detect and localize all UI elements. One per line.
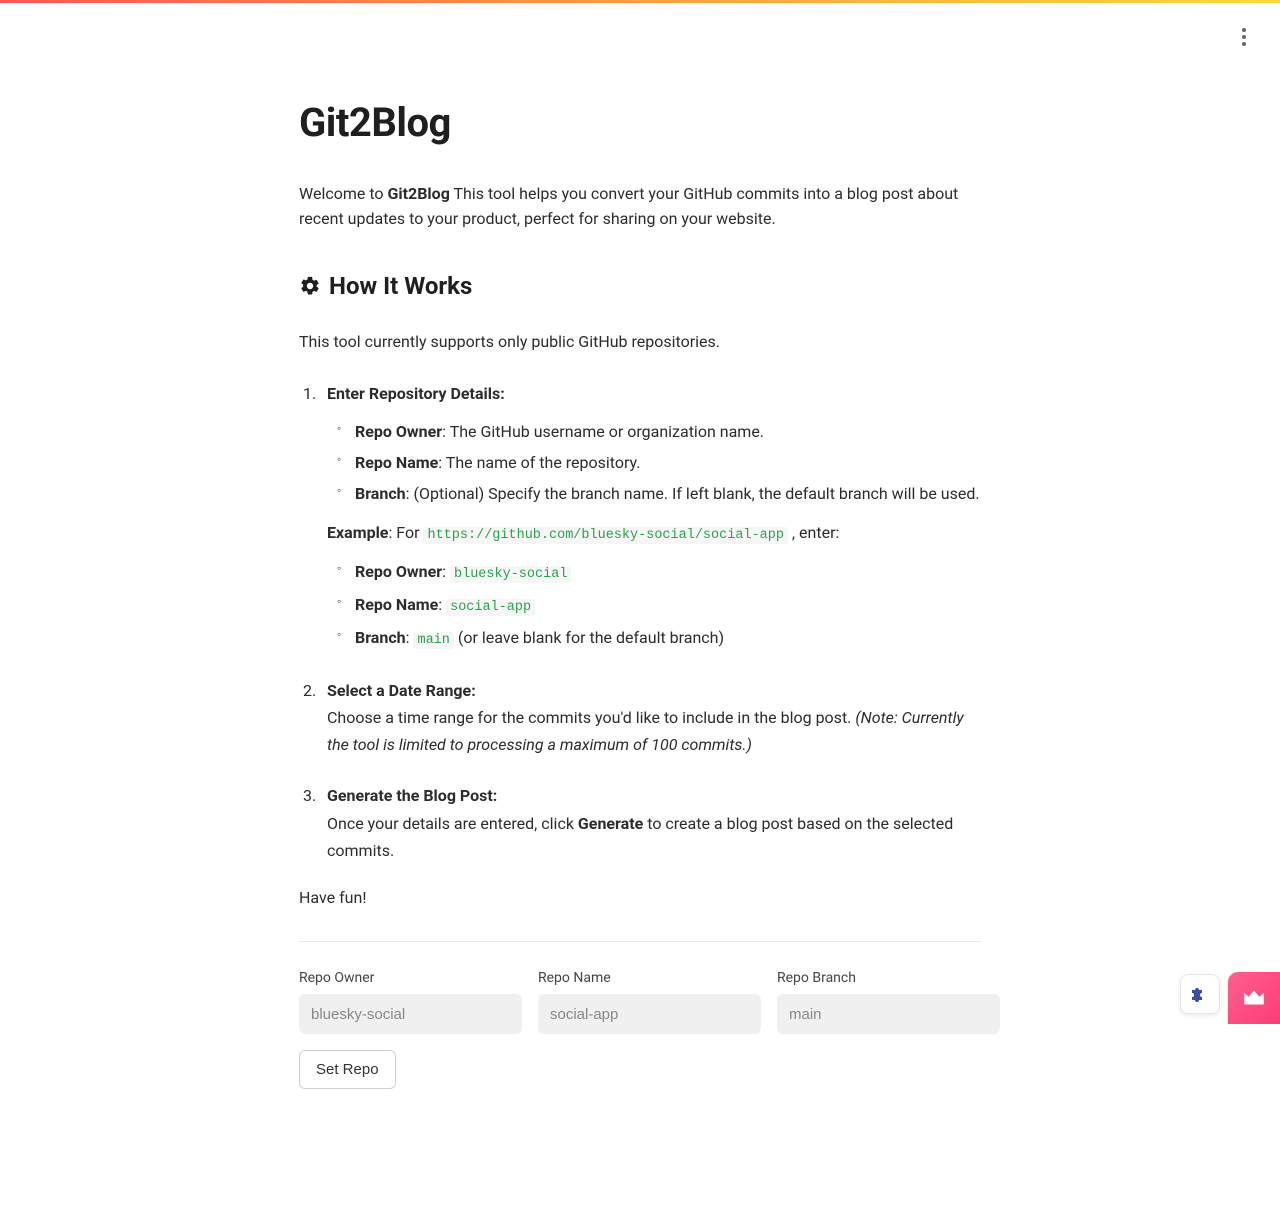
ex-owner-val: bluesky-social bbox=[450, 566, 571, 583]
example-url: https://github.com/bluesky-social/social… bbox=[423, 527, 787, 544]
ex-branch: Branch: main (or leave blank for the def… bbox=[355, 624, 981, 653]
ex-owner-label: Repo Owner bbox=[355, 562, 442, 581]
pro-badge-button[interactable] bbox=[1228, 972, 1280, 1024]
intro-paragraph: Welcome to Git2Blog This tool helps you … bbox=[299, 182, 981, 232]
step-3-generate: Generate bbox=[578, 814, 643, 833]
step-3: Generate the Blog Post: Once your detail… bbox=[299, 782, 981, 864]
ex-branch-tail: (or leave blank for the default branch) bbox=[454, 628, 724, 647]
step-2: Select a Date Range: Choose a time range… bbox=[299, 677, 981, 759]
example-for: : For bbox=[388, 523, 423, 542]
how-it-works-heading: How It Works bbox=[299, 272, 981, 300]
support-note: This tool currently supports only public… bbox=[299, 330, 981, 355]
example-label: Example bbox=[327, 523, 388, 542]
text-branch: : (Optional) Specify the branch name. If… bbox=[406, 484, 980, 503]
ex-owner: Repo Owner: bluesky-social bbox=[355, 558, 981, 587]
how-it-works-text: How It Works bbox=[329, 272, 472, 300]
brand-name: Git2Blog bbox=[387, 184, 449, 203]
crown-icon bbox=[1241, 985, 1267, 1011]
example-line: Example: For https://github.com/bluesky-… bbox=[327, 519, 981, 548]
ex-name-val: social-app bbox=[446, 599, 535, 616]
app-badge-button[interactable] bbox=[1180, 974, 1220, 1014]
puzzle-icon bbox=[1188, 982, 1212, 1006]
detail-repo-name: Repo Name: The name of the repository. bbox=[355, 449, 981, 476]
page-title: Git2Blog bbox=[299, 99, 981, 146]
repo-owner-input[interactable] bbox=[299, 994, 522, 1034]
detail-branch: Branch: (Optional) Specify the branch na… bbox=[355, 480, 981, 507]
step-2-title: Select a Date Range: bbox=[327, 681, 476, 700]
step-1-details: Repo Owner: The GitHub username or organ… bbox=[327, 418, 981, 508]
example-values: Repo Owner: bluesky-social Repo Name: so… bbox=[327, 558, 981, 653]
label-repo-name: Repo Name bbox=[355, 453, 438, 472]
label-repo-branch-input: Repo Branch bbox=[777, 970, 1000, 986]
ex-name-label: Repo Name bbox=[355, 595, 438, 614]
step-1-title: Enter Repository Details: bbox=[327, 384, 505, 403]
text-repo-owner: : The GitHub username or organization na… bbox=[442, 422, 764, 441]
field-repo-owner: Repo Owner bbox=[299, 970, 522, 1034]
intro-prefix: Welcome to bbox=[299, 184, 387, 203]
step-3-text-a: Once your details are entered, click bbox=[327, 814, 578, 833]
main-content: Git2Blog Welcome to Git2Blog This tool h… bbox=[299, 3, 981, 1229]
more-options-button[interactable] bbox=[1234, 22, 1254, 52]
divider bbox=[299, 941, 981, 942]
step-1: Enter Repository Details: Repo Owner: Th… bbox=[299, 380, 981, 653]
steps-list: Enter Repository Details: Repo Owner: Th… bbox=[299, 380, 981, 864]
ex-name: Repo Name: social-app bbox=[355, 591, 981, 620]
footer-badges bbox=[1180, 972, 1280, 1024]
repo-form-row: Repo Owner Repo Name Repo Branch bbox=[299, 970, 981, 1034]
label-repo-name-input: Repo Name bbox=[538, 970, 761, 986]
step-3-title: Generate the Blog Post: bbox=[327, 786, 497, 805]
detail-repo-owner: Repo Owner: The GitHub username or organ… bbox=[355, 418, 981, 445]
repo-branch-input[interactable] bbox=[777, 994, 1000, 1034]
label-branch: Branch bbox=[355, 484, 406, 503]
field-repo-branch: Repo Branch bbox=[777, 970, 1000, 1034]
step-2-text: Choose a time range for the commits you'… bbox=[327, 708, 855, 727]
label-repo-owner: Repo Owner bbox=[355, 422, 442, 441]
field-repo-name: Repo Name bbox=[538, 970, 761, 1034]
label-repo-owner-input: Repo Owner bbox=[299, 970, 522, 986]
set-repo-button[interactable]: Set Repo bbox=[299, 1050, 396, 1089]
gear-icon bbox=[299, 275, 321, 297]
have-fun: Have fun! bbox=[299, 888, 981, 907]
ex-branch-val: main bbox=[413, 632, 453, 649]
repo-name-input[interactable] bbox=[538, 994, 761, 1034]
ex-branch-label: Branch bbox=[355, 628, 406, 647]
example-enter: , enter: bbox=[788, 523, 839, 542]
text-repo-name: : The name of the repository. bbox=[438, 453, 640, 472]
